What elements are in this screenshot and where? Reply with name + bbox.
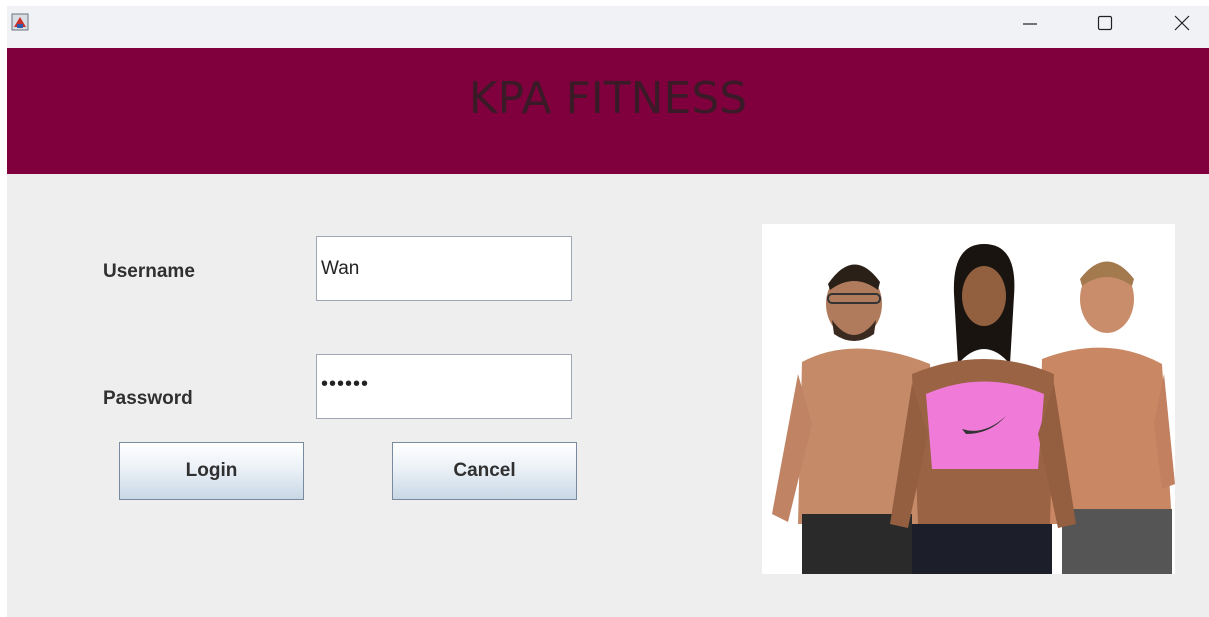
username-label: Username [103,261,195,282]
close-icon [1174,15,1190,31]
minimize-icon [1023,23,1037,25]
window-titlebar[interactable] [7,6,1209,48]
close-button[interactable] [1159,6,1205,40]
java-app-icon [11,13,29,31]
minimize-button[interactable] [1007,6,1053,40]
password-label: Password [103,388,193,409]
password-input[interactable]: •••••• [316,354,572,419]
login-button[interactable]: Login [119,442,304,500]
app-title: KPA FITNESS [468,73,748,124]
login-panel: Username Password •••••• Login Cancel [7,174,1209,617]
cancel-button[interactable]: Cancel [392,442,577,500]
fitness-people-photo [762,224,1175,574]
maximize-icon [1097,15,1113,31]
maximize-button[interactable] [1082,6,1128,40]
header-banner: KPA FITNESS [7,48,1209,174]
username-input[interactable] [316,236,572,301]
